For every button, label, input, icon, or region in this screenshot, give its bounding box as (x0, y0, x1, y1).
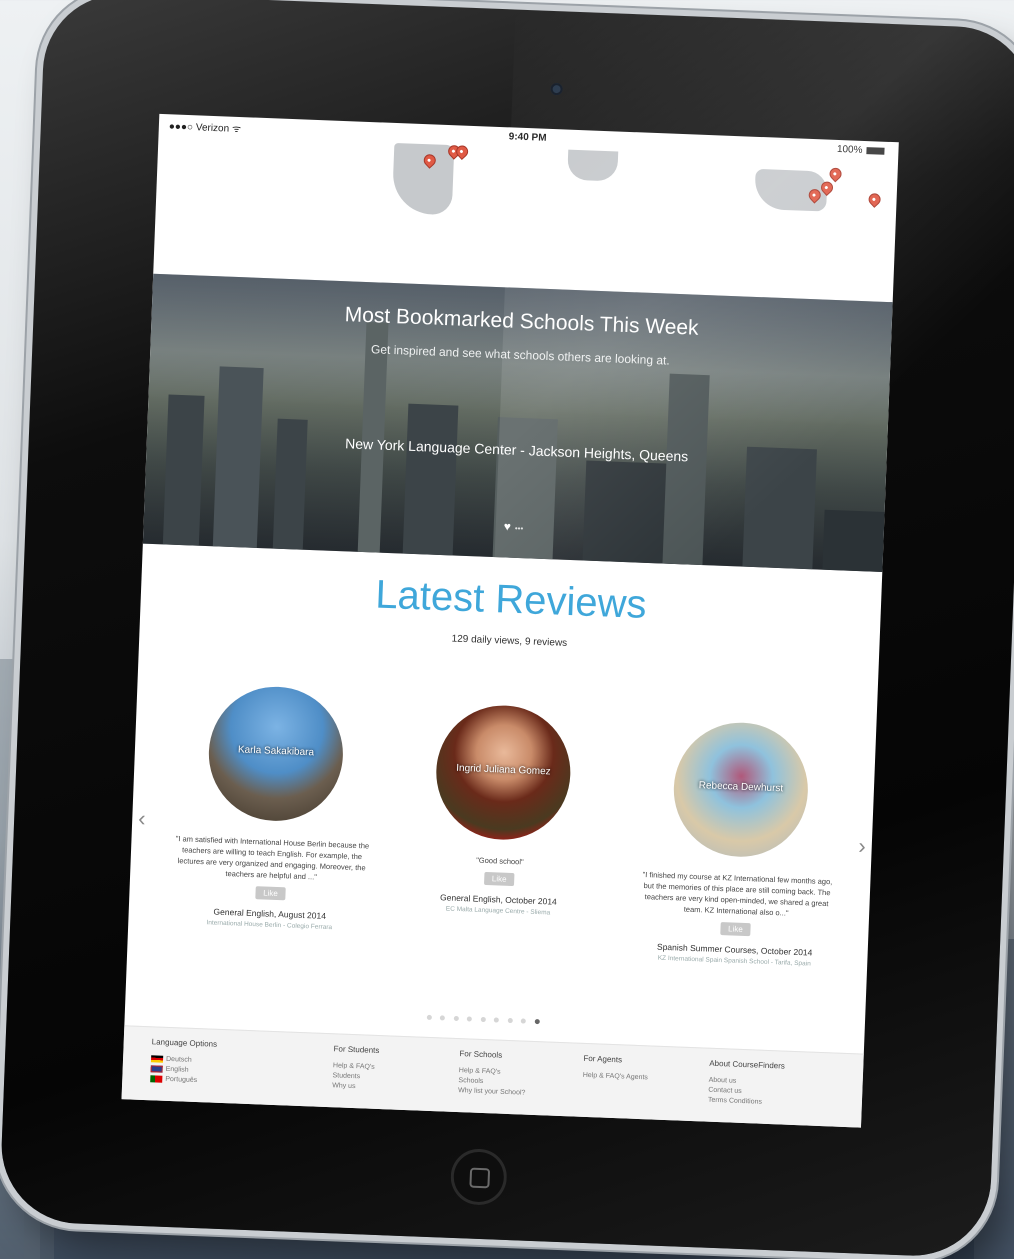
building-shape (162, 394, 205, 546)
footer-for-students: For Students Help & FAQ's Students Why u… (332, 1044, 380, 1093)
tablet-screen: ●●●○ Verizon ᯤ 9:40 PM 100% Most Bookmar… (121, 113, 899, 1128)
review-card[interactable]: Ingrid Juliana Gomez "Good school" Like … (395, 702, 609, 919)
footer-link[interactable]: Why us (332, 1081, 378, 1093)
uk-flag-icon (150, 1064, 163, 1073)
footer-for-schools: For Schools Help & FAQ's Schools Why lis… (458, 1049, 527, 1099)
home-button[interactable] (449, 1147, 508, 1206)
like-button[interactable]: Like (483, 871, 515, 887)
footer-heading: For Schools (459, 1049, 503, 1060)
footer-link[interactable]: Why list your School? (458, 1086, 526, 1099)
status-time: 9:40 PM (508, 131, 547, 144)
tablet-device: ●●●○ Verizon ᯤ 9:40 PM 100% Most Bookmar… (0, 0, 1014, 1259)
camera-icon (550, 82, 563, 96)
carousel-dot[interactable] (426, 1014, 432, 1021)
building-shape (402, 403, 459, 556)
carousel-dot-active[interactable] (534, 1018, 540, 1025)
map-pin-icon[interactable] (866, 190, 884, 208)
carousel-pagination (425, 1007, 542, 1029)
map-landmass (391, 142, 455, 216)
reviewer-name: Rebecca Dewhurst (698, 780, 784, 795)
like-button[interactable]: Like (719, 922, 752, 937)
map-landmass (567, 149, 619, 182)
german-flag-icon (150, 1054, 164, 1063)
building-shape (212, 366, 264, 548)
reviewer-avatar[interactable]: Karla Sakakibara (206, 684, 346, 824)
footer-link[interactable]: Help & FAQ's Agents (583, 1071, 648, 1083)
building-shape (742, 446, 817, 570)
battery-indicator: 100% (837, 144, 885, 157)
carousel-prev-icon[interactable]: ‹ (138, 806, 146, 832)
portugal-flag-icon (150, 1074, 163, 1083)
footer-heading: About CourseFinders (709, 1058, 786, 1071)
bookmarked-schools-banner[interactable]: Most Bookmarked Schools This Week Get in… (142, 273, 893, 572)
building-shape (662, 373, 710, 566)
carousel-dot[interactable] (507, 1017, 513, 1024)
carousel-dot[interactable] (493, 1017, 500, 1023)
review-card[interactable]: Rebecca Dewhurst "I finished my course a… (631, 719, 846, 969)
carousel-dot[interactable] (520, 1018, 527, 1024)
carousel-dot[interactable] (440, 1015, 446, 1021)
footer-about: About CourseFinders About us Contact us … (708, 1059, 785, 1109)
review-quote: "I am satisfied with International House… (175, 834, 370, 882)
map-pin-icon[interactable] (827, 165, 845, 183)
like-button[interactable]: Like (254, 886, 287, 901)
building-shape (272, 418, 308, 550)
footer-heading: Language Options (151, 1037, 218, 1049)
carousel-next-icon[interactable]: › (858, 833, 866, 859)
carousel-dot[interactable] (467, 1016, 473, 1022)
bookmark-heart-icon[interactable]: ♥ ••• (504, 519, 524, 534)
site-footer: Language Options Deutsch English Portugu… (121, 1025, 864, 1128)
footer-for-agents: For Agents Help & FAQ's Agents (583, 1054, 649, 1083)
carrier-label: ●●●○ Verizon ᯤ (168, 121, 242, 136)
footer-language-options: Language Options Deutsch English Portugu… (150, 1037, 217, 1086)
reviewer-avatar[interactable]: Rebecca Dewhurst (671, 720, 811, 860)
reviewer-name: Karla Sakakibara (237, 744, 315, 759)
reviewer-name: Ingrid Juliana Gomez (455, 762, 551, 778)
carousel-dot[interactable] (480, 1016, 486, 1023)
building-shape (822, 509, 885, 572)
review-card[interactable]: Karla Sakakibara "I am satisfied with In… (166, 683, 381, 933)
home-square-icon (469, 1167, 491, 1189)
review-quote: "Good school" (476, 855, 524, 867)
footer-heading: For Students (333, 1044, 380, 1056)
language-option-portugues[interactable]: Português (150, 1074, 216, 1087)
carousel-dot[interactable] (453, 1015, 459, 1022)
review-quote: "I finished my course at KZ Internationa… (642, 870, 833, 918)
battery-icon (866, 146, 885, 155)
footer-heading: For Agents (583, 1053, 623, 1065)
footer-link[interactable]: Terms Conditions (708, 1096, 784, 1109)
reviewer-avatar[interactable]: Ingrid Juliana Gomez (433, 703, 573, 843)
